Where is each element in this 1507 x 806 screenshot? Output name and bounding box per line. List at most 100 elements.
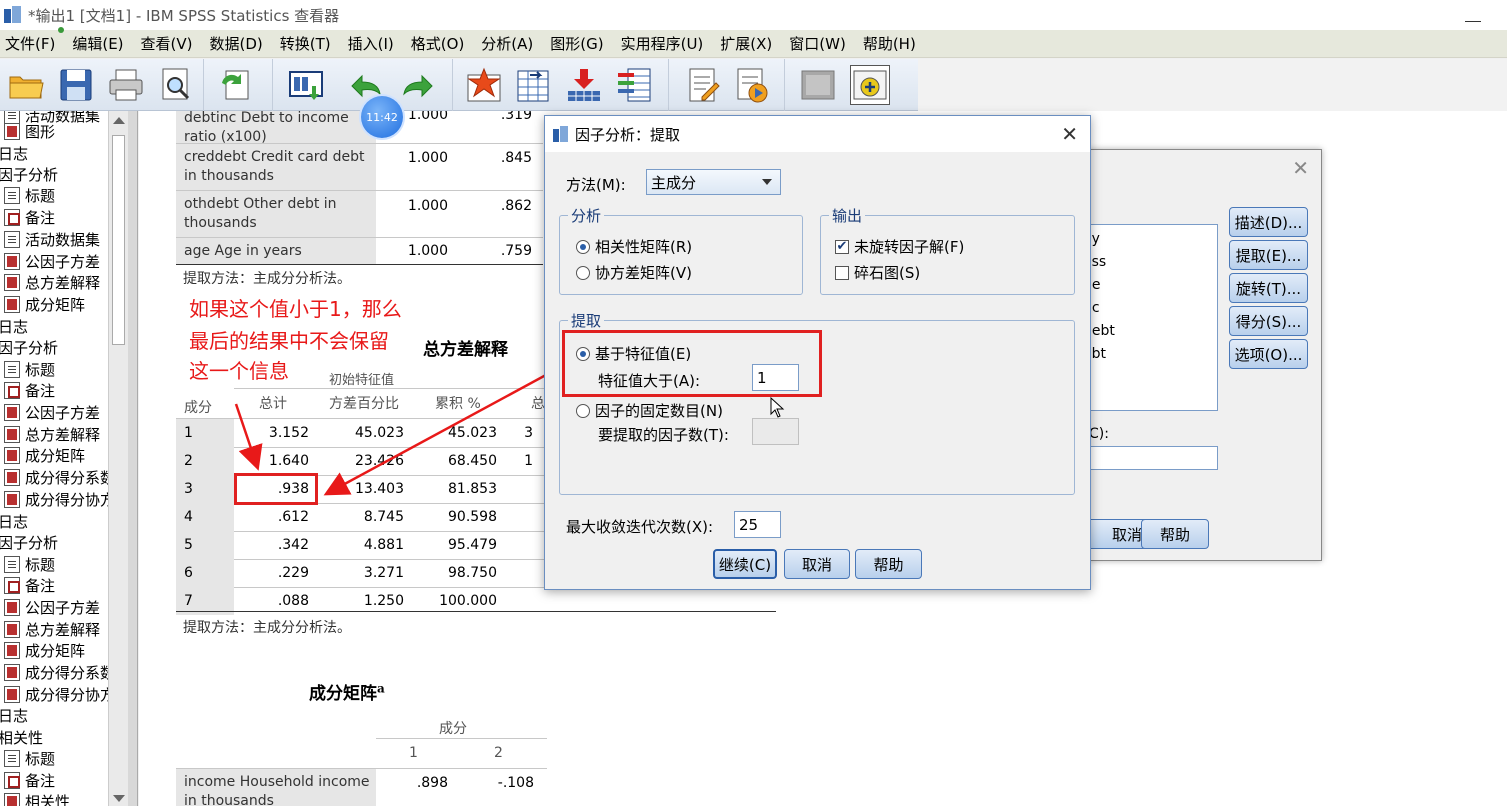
tree-item[interactable]: 日志 (0, 705, 28, 726)
tree-item[interactable]: 图形 (4, 121, 55, 142)
tree-item[interactable]: 成分得分协方差 (4, 684, 108, 705)
close-icon[interactable]: ✕ (1061, 122, 1078, 146)
tree-item[interactable]: 成分矩阵 (4, 640, 85, 661)
collapse-icon[interactable] (850, 65, 890, 105)
max-iterations-input[interactable]: 25 (734, 511, 781, 538)
mouse-cursor-icon (770, 397, 785, 418)
variable-list[interactable]: oy ess ne nc debt ebt (1083, 224, 1218, 411)
fixed-factors-radio[interactable]: 因子的固定数目(N) (576, 400, 723, 421)
matrix-value: -.108 (497, 775, 534, 791)
goto-case-icon[interactable] (514, 65, 554, 105)
tree-item[interactable]: 标题 (4, 359, 55, 380)
table-icon (4, 686, 20, 703)
tree-item[interactable]: 成分矩阵 (4, 445, 85, 466)
extraction-button[interactable]: 提取(E)... (1229, 240, 1308, 270)
pane-divider[interactable] (128, 111, 138, 806)
recall-dialog-icon[interactable] (286, 65, 326, 105)
descriptives-button[interactable]: 描述(D)... (1229, 207, 1308, 237)
menu-graphs[interactable]: 图形(G) (550, 33, 603, 54)
notes-icon (4, 382, 20, 399)
tree-item[interactable]: 相关性 (4, 791, 70, 806)
menu-view[interactable]: 查看(V) (141, 33, 193, 54)
tree-item[interactable]: 公因子方差 (4, 402, 100, 423)
method-select[interactable]: 主成分 (646, 169, 781, 195)
scree-plot-checkbox[interactable]: 碎石图(S) (835, 262, 920, 283)
correlation-matrix-radio[interactable]: 相关性矩阵(R) (576, 236, 692, 257)
help-button[interactable]: 帮助 (855, 549, 922, 579)
tree-item[interactable]: 日志 (0, 143, 28, 164)
table-icon (4, 621, 20, 638)
tree-item[interactable]: 总方差解释 (4, 619, 100, 640)
menu-help[interactable]: 帮助(H) (863, 33, 916, 54)
factors-count-input[interactable] (752, 418, 799, 445)
table-icon (4, 447, 20, 464)
chart-icon (4, 123, 20, 140)
tree-item[interactable]: 公因子方差 (4, 251, 100, 272)
tree-item[interactable]: 总方差解释 (4, 424, 100, 445)
save-icon[interactable] (56, 65, 96, 105)
checkbox-icon (835, 265, 849, 280)
menu-file[interactable]: 文件(F) (5, 33, 55, 54)
scroll-down-icon[interactable] (113, 795, 125, 802)
tree-item[interactable]: 成分得分系数 (4, 662, 108, 683)
menu-analyze[interactable]: 分析(A) (481, 33, 533, 54)
menu-extensions[interactable]: 扩展(X) (720, 33, 772, 54)
tree-item[interactable]: 成分得分协方差 (4, 489, 108, 510)
goto-variable-icon[interactable] (564, 65, 604, 105)
tree-item[interactable]: 活动数据集 (4, 229, 100, 250)
goto-data-icon[interactable] (464, 65, 504, 105)
minimize-button[interactable] (1465, 4, 1481, 22)
tree-item[interactable]: 标题 (4, 185, 55, 206)
covariance-matrix-radio[interactable]: 协方差矩阵(V) (576, 262, 692, 283)
promote-icon[interactable] (798, 65, 838, 105)
print-preview-icon[interactable] (156, 65, 196, 105)
tree-scrollbar[interactable] (108, 111, 128, 806)
tree-item[interactable]: 因子分析 (0, 532, 58, 553)
continue-button[interactable]: 继续(C) (713, 549, 777, 579)
tree-item[interactable]: 标题 (4, 554, 55, 575)
designate-window-icon[interactable] (682, 65, 722, 105)
options-button[interactable]: 选项(O)... (1229, 339, 1308, 369)
scroll-thumb[interactable] (112, 135, 125, 345)
tree-item[interactable]: 日志 (0, 316, 28, 337)
menu-window[interactable]: 窗口(W) (789, 33, 846, 54)
tree-item[interactable]: 备注 (4, 770, 55, 791)
selection-variable-field[interactable] (1089, 446, 1218, 470)
scroll-up-icon[interactable] (113, 117, 125, 124)
unrotated-solution-checkbox[interactable]: ✔ 未旋转因子解(F) (835, 236, 964, 257)
tree-item[interactable]: 备注 (4, 207, 55, 228)
tree-item[interactable]: 总方差解释 (4, 272, 100, 293)
tree-item[interactable]: 备注 (4, 380, 55, 401)
menu-transform[interactable]: 转换(T) (280, 33, 331, 54)
tree-item[interactable]: 备注 (4, 575, 55, 596)
tree-item[interactable]: 成分矩阵 (4, 294, 85, 315)
matrix-value: .898 (416, 775, 448, 791)
help-button[interactable]: 帮助 (1141, 519, 1209, 549)
close-icon[interactable]: ✕ (1292, 156, 1309, 180)
tree-item[interactable]: 日志 (0, 511, 28, 532)
max-iterations-label: 最大收敛迭代次数(X): (566, 518, 714, 536)
open-folder-icon[interactable] (6, 65, 46, 105)
tree-item[interactable]: 相关性 (0, 727, 43, 748)
menu-format[interactable]: 格式(O) (411, 33, 465, 54)
tree-item[interactable]: 成分得分系数 (4, 467, 108, 488)
tree-item[interactable]: 标题 (4, 748, 55, 769)
dialog-title: 因子分析：提取 (575, 125, 681, 144)
menu-data[interactable]: 数据(D) (210, 33, 263, 54)
redo-icon[interactable] (398, 65, 438, 105)
menu-utilities[interactable]: 实用程序(U) (621, 33, 704, 54)
menu-edit[interactable]: 编辑(E) (72, 33, 123, 54)
tree-item[interactable]: 因子分析 (0, 337, 58, 358)
rotation-button[interactable]: 旋转(T)... (1229, 273, 1308, 303)
insert-output-icon[interactable] (732, 65, 772, 105)
variables-icon[interactable] (614, 65, 654, 105)
menu-insert[interactable]: 插入(I) (348, 33, 394, 54)
tree-item[interactable]: 公因子方差 (4, 597, 100, 618)
tree-item[interactable]: 因子分析 (0, 164, 58, 185)
scores-button[interactable]: 得分(S)... (1229, 306, 1308, 336)
export-icon[interactable] (216, 65, 256, 105)
print-icon[interactable] (106, 65, 146, 105)
cancel-button[interactable]: 取消 (784, 549, 850, 579)
recording-timer[interactable]: 11:42 (361, 96, 403, 138)
title-icon (4, 361, 20, 378)
